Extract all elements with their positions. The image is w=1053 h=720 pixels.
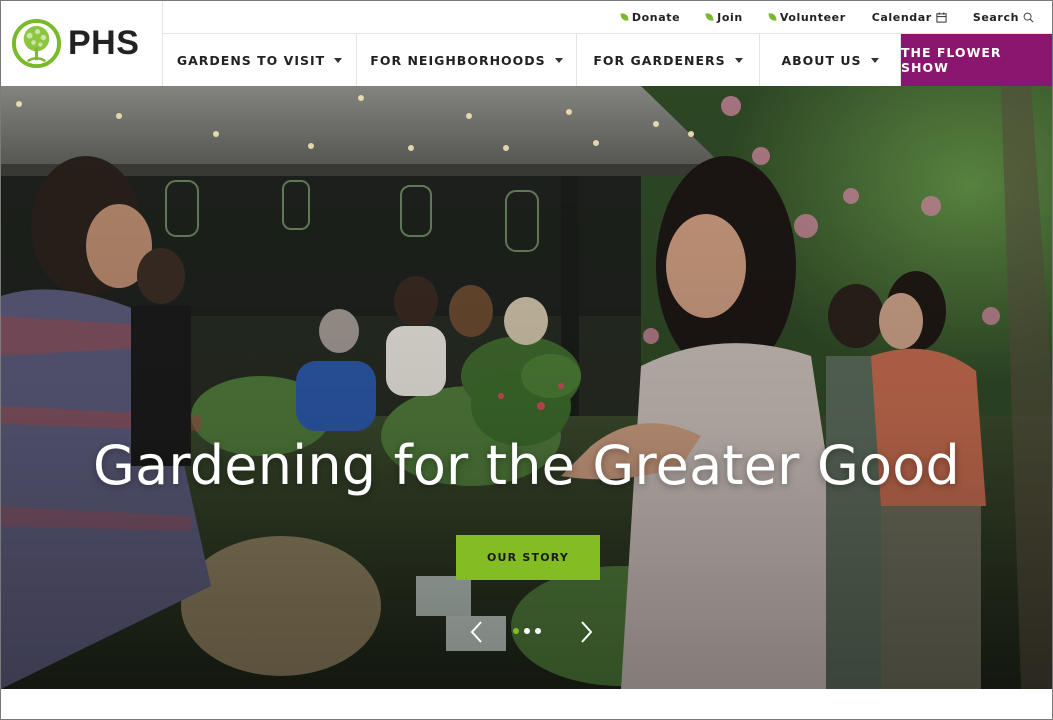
our-story-button[interactable]: OUR STORY (456, 535, 600, 580)
nav-about-us[interactable]: ABOUT US (760, 34, 901, 86)
leaf-icon (620, 12, 629, 22)
utility-nav: Donate Join Volunteer Calendar Search (163, 1, 1052, 34)
join-link[interactable]: Join (705, 10, 743, 24)
donate-link[interactable]: Donate (620, 10, 681, 24)
carousel-indicators (513, 628, 541, 634)
caret-down-icon (554, 58, 563, 63)
main-nav: GARDENS TO VISIT FOR NEIGHBORHOODS FOR G… (163, 34, 1052, 86)
search-label: Search (972, 10, 1019, 24)
carousel-dot-3[interactable] (535, 628, 541, 634)
site-header: PHS Donate Join Volunteer Calendar Searc… (1, 1, 1052, 86)
leaf-icon (705, 12, 714, 22)
nav-the-flower-show[interactable]: THE FLOWER SHOW (901, 34, 1052, 86)
carousel-next-button[interactable] (576, 620, 596, 644)
hero-overlay (1, 86, 1052, 689)
search-link[interactable]: Search (973, 11, 1034, 24)
caret-down-icon (734, 58, 743, 63)
volunteer-label: Volunteer (779, 10, 846, 24)
nav-label: ABOUT US (781, 52, 862, 68)
chevron-right-icon (581, 621, 593, 643)
nav-label: FOR GARDENERS (593, 52, 726, 68)
nav-for-gardeners[interactable]: FOR GARDENERS (577, 34, 760, 86)
calendar-link[interactable]: Calendar (872, 11, 947, 24)
join-label: Join (717, 10, 743, 24)
leaf-icon (768, 12, 777, 22)
hero-headline: Gardening for the Greater Good (93, 434, 960, 497)
nav-for-neighborhoods[interactable]: FOR NEIGHBORHOODS (357, 34, 577, 86)
search-icon (1023, 12, 1034, 22)
carousel-dot-2[interactable] (524, 628, 530, 634)
carousel-prev-button[interactable] (467, 620, 487, 644)
volunteer-link[interactable]: Volunteer (768, 10, 846, 24)
caret-down-icon (870, 58, 879, 63)
logo-text: PHS (68, 24, 140, 62)
donate-label: Donate (631, 10, 681, 24)
nav-label: FOR NEIGHBORHOODS (370, 52, 546, 68)
carousel-dot-1[interactable] (513, 628, 519, 634)
calendar-label: Calendar (871, 10, 932, 24)
tree-in-circle-icon (11, 18, 62, 69)
nav-gardens-to-visit[interactable]: GARDENS TO VISIT (163, 34, 357, 86)
caret-down-icon (334, 58, 343, 63)
logo-link[interactable]: PHS (1, 1, 163, 86)
page-content-start (1, 689, 1052, 719)
hero-carousel: Gardening for the Greater Good OUR STORY (1, 86, 1052, 689)
chevron-left-icon (470, 621, 482, 643)
nav-label: GARDENS TO VISIT (176, 52, 326, 68)
nav-label: THE FLOWER SHOW (901, 45, 1002, 75)
calendar-icon (936, 11, 947, 23)
